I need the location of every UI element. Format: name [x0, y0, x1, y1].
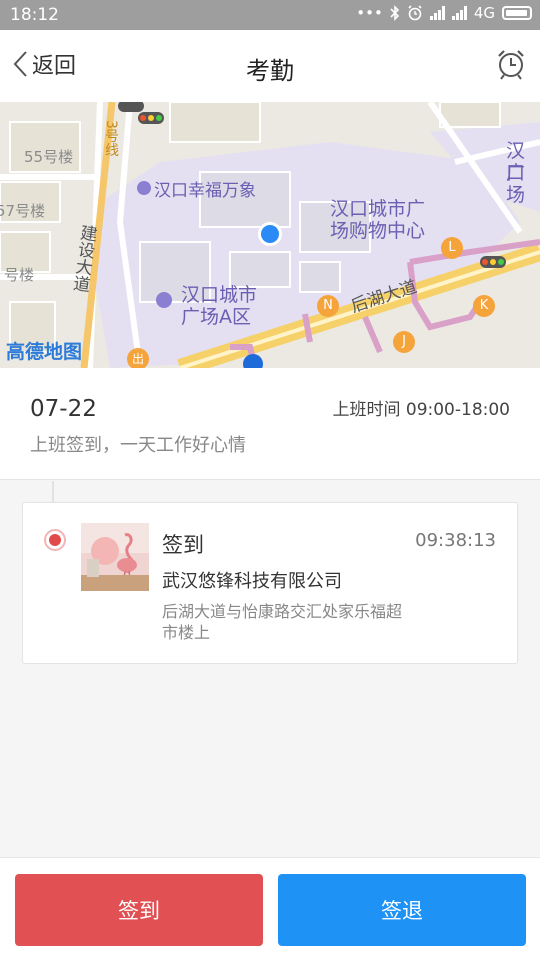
check-in-record[interactable]: 签到 09:38:13 武汉悠锋科技有限公司 后湖大道与怡康路交汇处家乐福超市楼… [22, 502, 518, 664]
check-in-photo[interactable] [81, 523, 149, 591]
map-label-corner-2: 广场 [506, 162, 526, 206]
map-label-mall-2: 场购物中心 [330, 220, 426, 242]
map-marker-n: N [317, 295, 339, 317]
status-time: 18:12 [10, 5, 59, 25]
signal-icon [429, 6, 445, 20]
map-label-building-55: 55号楼 [24, 148, 74, 166]
work-time: 上班时间 09:00-18:00 [332, 395, 510, 420]
record-company: 武汉悠锋科技有限公司 [162, 571, 342, 592]
bottom-action-bar: 签到 签退 [0, 857, 540, 960]
photo-image [81, 523, 149, 591]
map-label-building-57: 57号楼 [0, 202, 46, 220]
record-type: 签到 [162, 533, 204, 557]
signal-icon-2 [451, 6, 467, 20]
map-marker-j: J [393, 331, 415, 353]
check-out-button[interactable]: 签退 [278, 874, 526, 946]
map-label-mall-1: 汉口城市广 [330, 198, 426, 220]
work-time-label: 上班时间 [332, 400, 401, 420]
map-label-metro-line: 3号线 [103, 120, 119, 157]
record-address: 后湖大道与怡康路交汇处家乐福超市楼上 [162, 602, 403, 642]
work-time-value: 09:00-18:00 [405, 400, 510, 420]
status-dot-icon [44, 529, 66, 551]
status-bar: 18:12 ••• 4G [0, 0, 540, 30]
map-label-plaza-a-2: 广场A区 [181, 306, 251, 328]
map-marker-exit: 出 [127, 348, 149, 368]
battery-icon [502, 6, 532, 20]
alarm-icon [408, 5, 422, 21]
more-dots-icon: ••• [356, 4, 383, 22]
app-header: 返回 考勤 [0, 30, 540, 102]
timeline-line [52, 481, 54, 503]
amap-logo: 高德地图 [6, 341, 83, 363]
map-marker-k: K [473, 295, 495, 317]
attendance-info: 07-22 上班时间 09:00-18:00 上班签到，一天工作好心情 [0, 368, 540, 480]
map-label-building-left: 号楼 [4, 266, 35, 284]
page-title: 考勤 [246, 57, 294, 85]
alarm-clock-icon[interactable] [496, 48, 526, 80]
map-label-wanxiang: 汉口幸福万象 [154, 181, 256, 201]
location-map[interactable]: 汉口幸福万象 汉口城市广 场购物中心 汉口城市 广场A区 汉口 广场 55号楼 … [0, 102, 540, 368]
attendance-date: 07-22 [30, 396, 97, 422]
record-time: 09:38:13 [415, 530, 496, 551]
attendance-slogan: 上班签到，一天工作好心情 [30, 435, 246, 456]
bluetooth-icon [390, 5, 399, 21]
map-label-plaza-a-1: 汉口城市 [181, 284, 258, 306]
map-marker-l: L [441, 237, 463, 259]
status-icons: ••• 4G [356, 4, 532, 22]
check-in-button[interactable]: 签到 [15, 874, 263, 946]
network-type: 4G [473, 4, 495, 22]
